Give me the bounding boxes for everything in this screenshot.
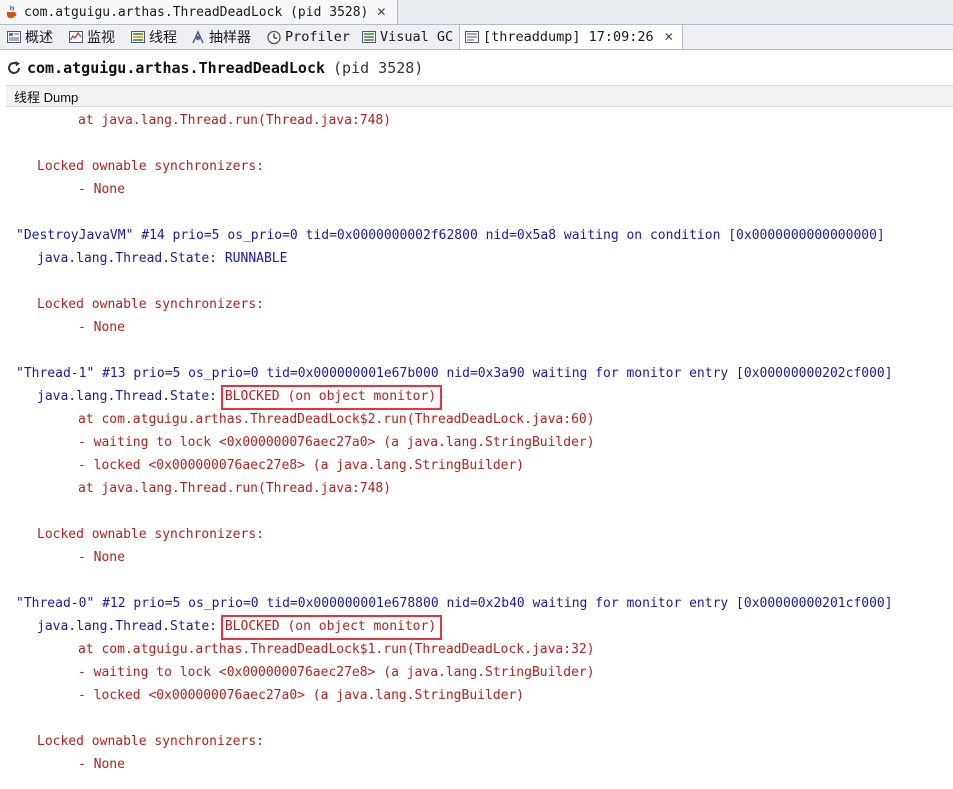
dump-line: at java.lang.Thread.run(Thread.java:748) <box>78 481 392 496</box>
dump-line: - waiting to lock <0x000000076aec27a0> (… <box>78 435 595 450</box>
profiler-icon <box>267 30 281 45</box>
tab-threaddump[interactable]: [threaddump] 17:09:26 ✕ <box>459 24 683 49</box>
dump-line: - None <box>78 550 125 565</box>
tab-label: 线程 <box>149 29 177 45</box>
close-icon[interactable]: ✕ <box>664 30 674 44</box>
dump-line: at java.lang.Thread.run(Thread.java:748) <box>78 113 392 128</box>
dump-line: java.lang.Thread.State: RUNNABLE <box>37 250 287 268</box>
close-icon[interactable]: ✕ <box>376 5 386 19</box>
dump-line: - locked <0x000000076aec27a0> (a java.la… <box>78 688 525 703</box>
page-header: com.atguigu.arthas.ThreadDeadLock (pid 3… <box>0 52 953 84</box>
monitor-icon <box>69 31 83 43</box>
tab-profiler[interactable]: Profiler <box>262 25 350 49</box>
dump-line: - None <box>78 757 125 772</box>
dump-line: Locked ownable synchronizers: <box>37 527 264 542</box>
dump-line: at com.atguigu.arthas.ThreadDeadLock$2.r… <box>78 412 595 427</box>
dump-line: "Thread-1" #13 prio=5 os_prio=0 tid=0x00… <box>16 366 893 381</box>
java-cup-icon <box>7 5 17 18</box>
dump-line: java.lang.Thread.State: BLOCKED (on obje… <box>37 388 436 406</box>
dump-line: "Thread-0" #12 prio=5 os_prio=0 tid=0x00… <box>16 596 893 611</box>
dump-line: at com.atguigu.arthas.ThreadDeadLock$1.r… <box>78 642 595 657</box>
thread-state-value: BLOCKED (on object monitor) <box>224 619 437 634</box>
tab-label: Visual GC <box>380 29 454 45</box>
threaddump-icon <box>465 31 479 43</box>
tab-label: 监视 <box>87 29 115 45</box>
dump-line: Locked ownable synchronizers: <box>37 159 264 174</box>
dump-line: Locked ownable synchronizers: <box>37 734 264 749</box>
dump-line: - waiting to lock <0x000000076aec27e8> (… <box>78 665 595 680</box>
tab-label: [threaddump] 17:09:26 <box>483 29 654 45</box>
page-title: com.atguigu.arthas.ThreadDeadLock <box>27 59 326 77</box>
tab-threads[interactable]: 线程 <box>126 25 177 49</box>
document-tab-bar: com.atguigu.arthas.ThreadDeadLock (pid 3… <box>0 0 953 25</box>
dump-line: Locked ownable synchronizers: <box>37 297 264 312</box>
threads-icon <box>131 31 145 43</box>
visual-gc-icon <box>362 31 376 43</box>
thread-state-label: java.lang.Thread.State: <box>37 619 225 634</box>
dump-line: "DestroyJavaVM" #14 prio=5 os_prio=0 tid… <box>16 228 885 243</box>
overview-icon <box>7 31 21 43</box>
document-tab[interactable]: com.atguigu.arthas.ThreadDeadLock (pid 3… <box>0 0 398 24</box>
tab-sampler[interactable]: 抽样器 <box>186 25 251 49</box>
tab-overview[interactable]: 概述 <box>2 25 53 49</box>
thread-dump-text: at java.lang.Thread.run(Thread.java:748)… <box>0 107 953 789</box>
thread-state-label: java.lang.Thread.State: <box>37 389 225 404</box>
view-tab-bar: 概述 监视 线程 抽样器 Profiler Visual GC [threadd… <box>0 24 953 50</box>
section-title: 线程 Dump <box>14 89 79 105</box>
thread-state-label: java.lang.Thread.State: <box>37 251 225 266</box>
dump-line: - locked <0x000000076aec27e8> (a java.la… <box>78 458 525 473</box>
dump-line: java.lang.Thread.State: BLOCKED (on obje… <box>37 618 436 636</box>
tab-monitor[interactable]: 监视 <box>64 25 115 49</box>
tab-label: Profiler <box>285 29 351 45</box>
dump-line: - None <box>78 320 125 335</box>
document-tab-label: com.atguigu.arthas.ThreadDeadLock (pid 3… <box>24 4 369 20</box>
thread-state-value: BLOCKED (on object monitor) <box>224 389 437 404</box>
section-header: 线程 Dump <box>6 85 953 107</box>
sampler-icon <box>192 30 204 44</box>
refresh-icon[interactable] <box>5 59 23 77</box>
dump-line: - None <box>78 182 125 197</box>
thread-state-value: RUNNABLE <box>224 251 288 266</box>
pid-label: (pid 3528) <box>333 59 424 77</box>
tab-label: 抽样器 <box>209 29 251 45</box>
tab-label: 概述 <box>25 29 53 45</box>
tab-visual-gc[interactable]: Visual GC <box>357 25 453 49</box>
